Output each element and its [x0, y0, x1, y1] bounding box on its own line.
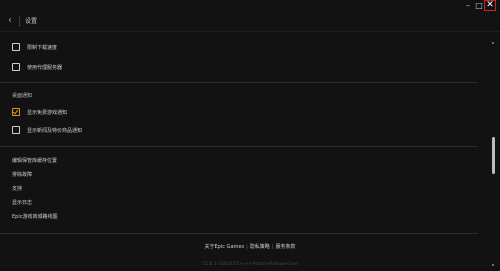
- option-news-sale-notify[interactable]: 显示新闻及特价商品通知: [12, 125, 82, 135]
- scrollbar-dot: [492, 42, 494, 44]
- option-label: 使用代理服务器: [27, 64, 63, 71]
- section-divider: [0, 146, 478, 147]
- header-divider: [19, 16, 20, 27]
- link-support[interactable]: 支持: [12, 185, 22, 192]
- scrollbar-thumb[interactable]: [492, 137, 495, 174]
- option-free-games-notify[interactable]: 显示免费游戏通知: [12, 107, 67, 117]
- page-title: 设置: [25, 18, 38, 25]
- version-text: 15.0.1-16432373+++Portal+Release-Live: [202, 262, 298, 267]
- desktop-notifications-title: 桌面通知: [12, 93, 33, 99]
- terms-link[interactable]: 服务条款: [275, 244, 295, 250]
- section-divider: [0, 82, 478, 83]
- minimize-icon[interactable]: –: [463, 1, 473, 11]
- section-divider: [0, 233, 478, 234]
- close-icon[interactable]: ✕: [484, 0, 496, 11]
- free-games-notify-checkbox[interactable]: [12, 108, 20, 116]
- about-epic-link[interactable]: 关于Epic Games: [205, 244, 245, 250]
- launcher-window: – □ ✕ ‹ 设置 限制下载速度 使用代理服务器 桌面通知 显示免费游戏通知 …: [0, 0, 500, 271]
- link-roadmap[interactable]: Epic游戏商城路线图: [12, 213, 57, 220]
- news-sale-notify-checkbox[interactable]: [12, 126, 20, 134]
- option-label: 显示新闻及特价商品通知: [27, 127, 83, 134]
- maximize-icon[interactable]: □: [474, 1, 484, 11]
- footer-separator: |: [246, 244, 248, 250]
- limit-download-checkbox[interactable]: [12, 43, 20, 51]
- settings-content: 限制下载速度 使用代理服务器 桌面通知 显示免费游戏通知 显示新闻及特价商品通知…: [0, 32, 500, 271]
- link-troubleshoot[interactable]: 排除故障: [12, 171, 32, 178]
- option-label: 限制下载速度: [27, 44, 58, 51]
- footer-links: 关于Epic Games | 隐私策略 | 服务条款: [0, 243, 500, 250]
- option-use-proxy[interactable]: 使用代理服务器: [12, 62, 62, 72]
- back-arrow-icon[interactable]: ‹: [5, 15, 15, 27]
- link-edit-vault-cache[interactable]: 编辑保管库缓存位置: [12, 157, 57, 164]
- title-bar: – □ ✕: [0, 0, 500, 12]
- option-label: 显示免费游戏通知: [27, 109, 68, 116]
- use-proxy-checkbox[interactable]: [12, 63, 20, 71]
- link-show-logs[interactable]: 显示日志: [12, 199, 32, 206]
- option-limit-download[interactable]: 限制下载速度: [12, 42, 57, 52]
- settings-header: ‹ 设置: [0, 12, 500, 32]
- privacy-policy-link[interactable]: 隐私策略: [250, 244, 270, 250]
- footer-separator: |: [271, 244, 274, 250]
